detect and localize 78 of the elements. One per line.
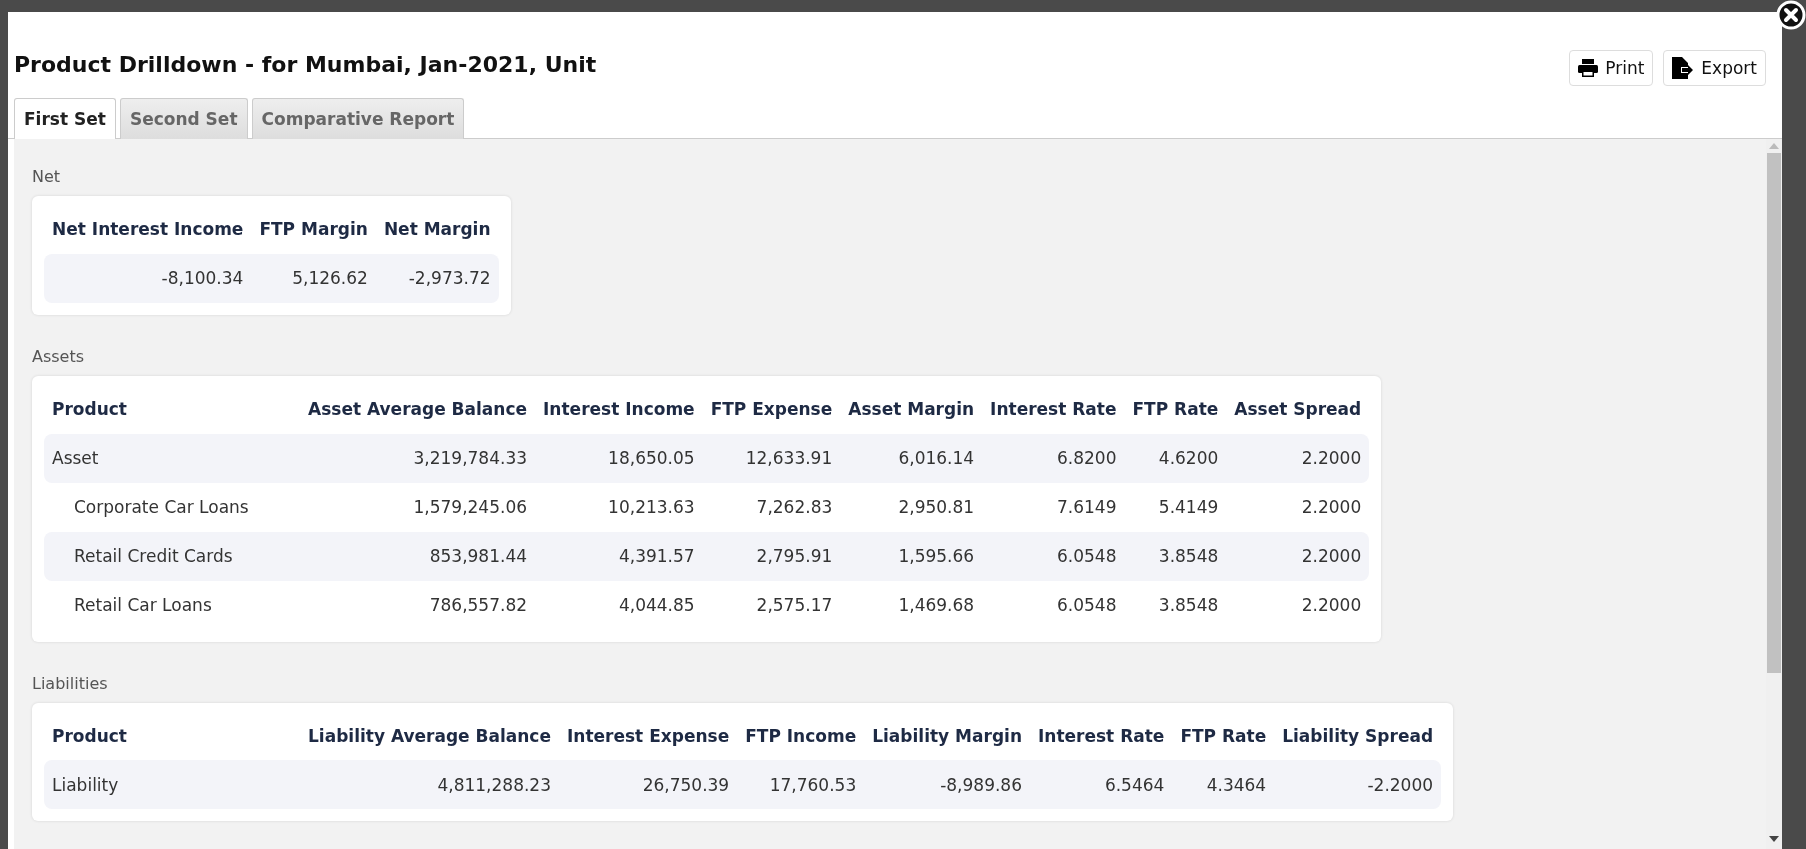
export-button[interactable]: Export <box>1663 50 1766 86</box>
table-cell: -2,973.72 <box>408 268 491 289</box>
column-header: Interest Expense <box>566 724 731 748</box>
scroll-down-icon[interactable] <box>1769 836 1779 842</box>
column-header: Product <box>51 397 128 421</box>
column-header: Asset Average Balance <box>307 397 529 421</box>
column-header: Liability Average Balance <box>307 724 552 748</box>
table-cell: 6.8200 <box>1057 448 1117 469</box>
product-name: Corporate Car Loans <box>74 497 249 518</box>
column-header: Interest Income <box>542 397 696 421</box>
table-cell: 4,811,288.23 <box>437 774 551 795</box>
column-header: Asset Margin <box>847 397 976 421</box>
table-cell: 5.4149 <box>1158 497 1219 518</box>
column-header: Net Interest Income <box>51 218 245 241</box>
printer-icon <box>1578 59 1599 77</box>
table-cell: 4,044.85 <box>618 595 695 616</box>
table-cell: 2,950.81 <box>898 497 975 518</box>
product-name: Retail Credit Cards <box>74 546 233 567</box>
table-cell: 4.3464 <box>1206 774 1267 795</box>
product-name: Retail Car Loans <box>74 595 212 616</box>
table-cell: 6.0548 <box>1057 546 1117 567</box>
table-cell: 26,750.39 <box>642 774 730 795</box>
table-cell: 2,795.91 <box>756 546 833 567</box>
table-cell: 3.8548 <box>1158 595 1219 616</box>
dialog-title: Product Drilldown - for Mumbai, Jan-2021, Unit <box>14 52 597 77</box>
table-cell: -8,100.34 <box>161 268 244 289</box>
print-button[interactable]: Print <box>1569 50 1654 86</box>
column-header: Asset Spread <box>1233 397 1363 421</box>
column-header: Interest Rate <box>1037 724 1166 748</box>
column-header: Liability Margin <box>871 724 1023 748</box>
column-header: Liability Spread <box>1281 724 1435 748</box>
column-header: FTP Income <box>744 724 858 748</box>
table-cell: 2.2000 <box>1301 595 1362 616</box>
scrollbar[interactable] <box>1766 139 1782 849</box>
table-cell: 10,213.63 <box>608 497 695 518</box>
section-heading: Liabilities <box>32 673 109 693</box>
column-header: FTP Rate <box>1131 397 1220 421</box>
table-cell: 7.6149 <box>1057 497 1117 518</box>
table-cell: 5,126.62 <box>292 268 368 289</box>
column-header: Product <box>51 724 128 748</box>
table-cell: 6,016.14 <box>898 448 975 469</box>
product-name: Liability <box>52 774 119 795</box>
table-cell: 2.2000 <box>1301 497 1362 518</box>
product-name: Asset <box>52 448 99 469</box>
table-cell: 18,650.05 <box>608 448 695 469</box>
close-icon[interactable] <box>1776 0 1806 30</box>
table-cell: 2.2000 <box>1301 546 1362 567</box>
table-cell: 6.0548 <box>1057 595 1117 616</box>
table-cell: 12,633.91 <box>745 448 833 469</box>
column-header: FTP Rate <box>1179 724 1268 748</box>
table-cell: 6.5464 <box>1104 774 1165 795</box>
column-header: Interest Rate <box>989 397 1118 421</box>
table-cell: 1,469.68 <box>898 595 975 616</box>
tab[interactable]: Comparative Report <box>251 98 465 139</box>
column-header: FTP Margin <box>258 218 369 241</box>
table-cell: 2.2000 <box>1301 448 1362 469</box>
scroll-up-icon[interactable] <box>1769 143 1779 149</box>
table-cell: 786,557.82 <box>429 595 528 616</box>
column-header: FTP Expense <box>709 397 834 421</box>
table-cell: -8,989.86 <box>940 774 1022 795</box>
column-header: Net Margin <box>382 218 492 241</box>
section-heading: Net <box>32 167 62 186</box>
table-cell: -2.2000 <box>1367 774 1434 795</box>
table-cell: 4,391.57 <box>618 546 695 567</box>
table-cell: 7,262.83 <box>756 497 833 518</box>
tab[interactable]: Second Set <box>119 98 248 139</box>
file-export-icon <box>1672 57 1695 79</box>
table-cell: 853,981.44 <box>429 546 528 567</box>
table-cell: 3,219,784.33 <box>413 448 528 469</box>
tab[interactable]: First Set <box>14 98 116 139</box>
table-cell: 2,575.17 <box>756 595 833 616</box>
table-cell: 1,579,245.06 <box>413 497 528 518</box>
table-cell: 3.8548 <box>1158 546 1219 567</box>
table-cell: 4.6200 <box>1158 448 1219 469</box>
scrollbar-thumb[interactable] <box>1767 153 1781 673</box>
table-cell: 17,760.53 <box>769 774 857 795</box>
table-cell: 1,595.66 <box>898 546 975 567</box>
section-heading: Assets <box>32 346 86 366</box>
